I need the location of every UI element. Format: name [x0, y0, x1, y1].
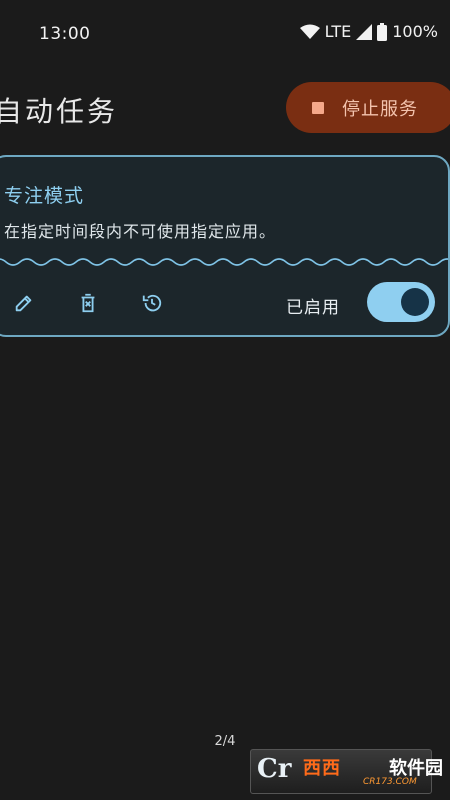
battery-level: 100%	[392, 22, 438, 41]
history-icon[interactable]	[138, 289, 166, 317]
page-title: 自动任务	[0, 95, 119, 128]
stop-square-icon	[312, 101, 324, 114]
task-description: 在指定时间段内不可使用指定应用。	[4, 222, 277, 241]
delete-icon[interactable]	[74, 289, 102, 317]
page-indicator: 2/4	[214, 734, 236, 749]
task-card[interactable]: 专注模式 在指定时间段内不可使用指定应用。 已启用	[0, 155, 450, 337]
watermark-logo: Cr	[257, 754, 292, 784]
status-icons: LTE 100%	[299, 22, 438, 41]
stop-service-label: 停止服务	[342, 98, 418, 120]
enabled-label: 已启用	[286, 298, 340, 318]
wifi-icon	[299, 24, 320, 40]
watermark-site: CR173.COM	[363, 777, 417, 787]
network-type: LTE	[324, 22, 352, 41]
wave-divider	[0, 258, 448, 266]
edit-icon[interactable]	[10, 289, 38, 317]
watermark: Cr 西西 软件园 CR173.COM	[250, 749, 443, 794]
task-title: 专注模式	[4, 185, 85, 207]
battery-icon	[377, 22, 388, 41]
task-enabled-toggle[interactable]	[367, 282, 435, 322]
toggle-knob	[401, 288, 429, 316]
stop-service-button[interactable]: 停止服务	[286, 82, 450, 133]
status-bar: 13:00 LTE 100%	[0, 0, 450, 66]
signal-icon	[356, 23, 373, 40]
watermark-brand: 西西	[303, 758, 341, 779]
status-time: 13:00	[39, 24, 91, 44]
